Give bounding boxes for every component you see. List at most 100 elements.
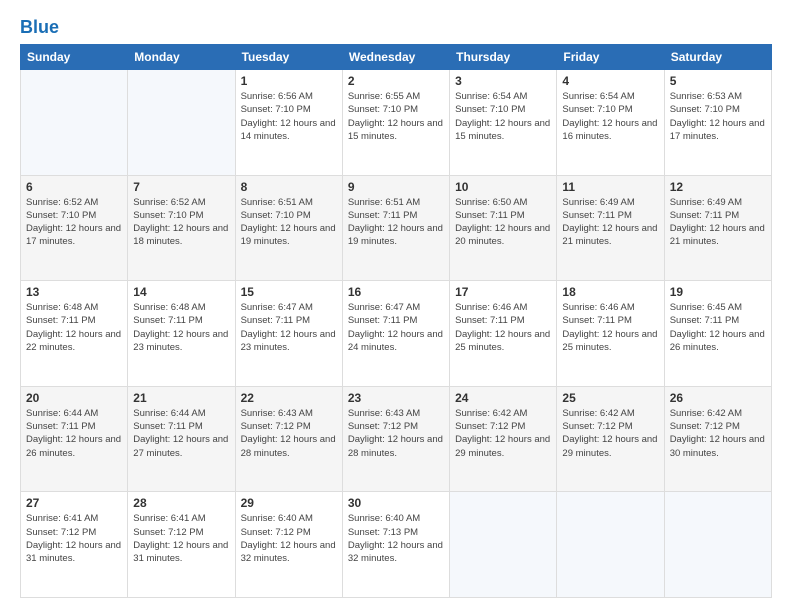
calendar-week-row: 1 Sunrise: 6:56 AM Sunset: 7:10 PM Daylig… [21,70,772,176]
calendar-cell [128,70,235,176]
day-info: Sunrise: 6:44 AM Sunset: 7:11 PM Dayligh… [133,407,229,460]
calendar-cell: 12 Sunrise: 6:49 AM Sunset: 7:11 PM Dayli… [664,175,771,281]
day-header-tuesday: Tuesday [235,45,342,70]
logo-blue-text: Blue [20,18,59,36]
calendar-cell: 2 Sunrise: 6:55 AM Sunset: 7:10 PM Daylig… [342,70,449,176]
day-number: 12 [670,180,766,194]
calendar-cell: 21 Sunrise: 6:44 AM Sunset: 7:11 PM Dayli… [128,386,235,492]
day-header-sunday: Sunday [21,45,128,70]
day-info: Sunrise: 6:42 AM Sunset: 7:12 PM Dayligh… [670,407,766,460]
calendar-cell: 14Sunrise: 6:48 AM Sunset: 7:11 PM Dayli… [128,281,235,387]
day-number: 10 [455,180,551,194]
calendar-cell: 26 Sunrise: 6:42 AM Sunset: 7:12 PM Dayli… [664,386,771,492]
day-info: Sunrise: 6:47 AM Sunset: 7:11 PM Dayligh… [348,301,444,354]
page: Blue SundayMondayTuesdayWednesdayThursda… [0,0,792,612]
calendar-cell: 16 Sunrise: 6:47 AM Sunset: 7:11 PM Dayli… [342,281,449,387]
day-header-wednesday: Wednesday [342,45,449,70]
calendar-cell: 18 Sunrise: 6:46 AM Sunset: 7:11 PM Dayli… [557,281,664,387]
day-info: Sunrise: 6:53 AM Sunset: 7:10 PM Dayligh… [670,90,766,143]
day-info: Sunrise: 6:40 AM Sunset: 7:13 PM Dayligh… [348,512,444,565]
day-number: 23 [348,391,444,405]
day-number: 14 [133,285,229,299]
calendar-cell: 22Sunrise: 6:43 AM Sunset: 7:12 PM Dayli… [235,386,342,492]
calendar-table: SundayMondayTuesdayWednesdayThursdayFrid… [20,44,772,598]
day-info: Sunrise: 6:47 AM Sunset: 7:11 PM Dayligh… [241,301,337,354]
header: Blue [20,18,772,34]
day-number: 3 [455,74,551,88]
day-header-monday: Monday [128,45,235,70]
calendar-cell: 24 Sunrise: 6:42 AM Sunset: 7:12 PM Dayli… [450,386,557,492]
calendar-cell: 30 Sunrise: 6:40 AM Sunset: 7:13 PM Dayli… [342,492,449,598]
day-info: Sunrise: 6:44 AM Sunset: 7:11 PM Dayligh… [26,407,122,460]
day-header-thursday: Thursday [450,45,557,70]
day-number: 15 [241,285,337,299]
day-info: Sunrise: 6:43 AM Sunset: 7:12 PM Dayligh… [241,407,337,460]
day-info: Sunrise: 6:41 AM Sunset: 7:12 PM Dayligh… [133,512,229,565]
day-info: Sunrise: 6:43 AM Sunset: 7:12 PM Dayligh… [348,407,444,460]
calendar-cell [21,70,128,176]
calendar-cell: 9Sunrise: 6:51 AM Sunset: 7:11 PM Daylig… [342,175,449,281]
day-number: 8 [241,180,337,194]
calendar-cell: 20 Sunrise: 6:44 AM Sunset: 7:11 PM Dayli… [21,386,128,492]
calendar-cell: 17 Sunrise: 6:46 AM Sunset: 7:11 PM Dayli… [450,281,557,387]
day-info: Sunrise: 6:52 AM Sunset: 7:10 PM Dayligh… [133,196,229,249]
calendar-cell: 1 Sunrise: 6:56 AM Sunset: 7:10 PM Daylig… [235,70,342,176]
day-number: 7 [133,180,229,194]
calendar-cell: 19Sunrise: 6:45 AM Sunset: 7:11 PM Dayli… [664,281,771,387]
day-number: 19 [670,285,766,299]
calendar-cell: 23 Sunrise: 6:43 AM Sunset: 7:12 PM Dayli… [342,386,449,492]
day-info: Sunrise: 6:40 AM Sunset: 7:12 PM Dayligh… [241,512,337,565]
calendar-cell: 3 Sunrise: 6:54 AM Sunset: 7:10 PM Daylig… [450,70,557,176]
day-info: Sunrise: 6:50 AM Sunset: 7:11 PM Dayligh… [455,196,551,249]
logo: Blue [20,18,59,34]
day-number: 30 [348,496,444,510]
day-number: 1 [241,74,337,88]
day-number: 13 [26,285,122,299]
calendar-week-row: 20 Sunrise: 6:44 AM Sunset: 7:11 PM Dayli… [21,386,772,492]
calendar-cell: 29 Sunrise: 6:40 AM Sunset: 7:12 PM Dayli… [235,492,342,598]
day-number: 20 [26,391,122,405]
calendar-header-row: SundayMondayTuesdayWednesdayThursdayFrid… [21,45,772,70]
calendar-week-row: 13 Sunrise: 6:48 AM Sunset: 7:11 PM Dayli… [21,281,772,387]
day-info: Sunrise: 6:46 AM Sunset: 7:11 PM Dayligh… [455,301,551,354]
calendar-cell: 28 Sunrise: 6:41 AM Sunset: 7:12 PM Dayli… [128,492,235,598]
day-number: 28 [133,496,229,510]
day-info: Sunrise: 6:42 AM Sunset: 7:12 PM Dayligh… [455,407,551,460]
day-number: 4 [562,74,658,88]
day-number: 6 [26,180,122,194]
calendar-cell: 25 Sunrise: 6:42 AM Sunset: 7:12 PM Dayli… [557,386,664,492]
calendar-cell [664,492,771,598]
day-number: 11 [562,180,658,194]
day-number: 18 [562,285,658,299]
day-number: 29 [241,496,337,510]
calendar-cell: 13 Sunrise: 6:48 AM Sunset: 7:11 PM Dayli… [21,281,128,387]
calendar-week-row: 27Sunrise: 6:41 AM Sunset: 7:12 PM Dayli… [21,492,772,598]
day-info: Sunrise: 6:48 AM Sunset: 7:11 PM Dayligh… [26,301,122,354]
day-info: Sunrise: 6:51 AM Sunset: 7:10 PM Dayligh… [241,196,337,249]
day-number: 24 [455,391,551,405]
calendar-cell: 6 Sunrise: 6:52 AM Sunset: 7:10 PM Daylig… [21,175,128,281]
day-number: 26 [670,391,766,405]
logo-text: Blue [20,18,59,36]
calendar-cell: 7 Sunrise: 6:52 AM Sunset: 7:10 PM Daylig… [128,175,235,281]
day-number: 17 [455,285,551,299]
day-info: Sunrise: 6:54 AM Sunset: 7:10 PM Dayligh… [562,90,658,143]
day-info: Sunrise: 6:46 AM Sunset: 7:11 PM Dayligh… [562,301,658,354]
day-number: 21 [133,391,229,405]
calendar-cell [557,492,664,598]
day-info: Sunrise: 6:55 AM Sunset: 7:10 PM Dayligh… [348,90,444,143]
calendar-cell: 4 Sunrise: 6:54 AM Sunset: 7:10 PM Daylig… [557,70,664,176]
day-info: Sunrise: 6:52 AM Sunset: 7:10 PM Dayligh… [26,196,122,249]
day-number: 2 [348,74,444,88]
day-number: 16 [348,285,444,299]
calendar-cell [450,492,557,598]
day-number: 25 [562,391,658,405]
calendar-cell: 15 Sunrise: 6:47 AM Sunset: 7:11 PM Dayli… [235,281,342,387]
day-info: Sunrise: 6:56 AM Sunset: 7:10 PM Dayligh… [241,90,337,143]
day-info: Sunrise: 6:42 AM Sunset: 7:12 PM Dayligh… [562,407,658,460]
day-info: Sunrise: 6:54 AM Sunset: 7:10 PM Dayligh… [455,90,551,143]
day-info: Sunrise: 6:41 AM Sunset: 7:12 PM Dayligh… [26,512,122,565]
day-header-friday: Friday [557,45,664,70]
day-info: Sunrise: 6:49 AM Sunset: 7:11 PM Dayligh… [670,196,766,249]
calendar-cell: 10 Sunrise: 6:50 AM Sunset: 7:11 PM Dayli… [450,175,557,281]
